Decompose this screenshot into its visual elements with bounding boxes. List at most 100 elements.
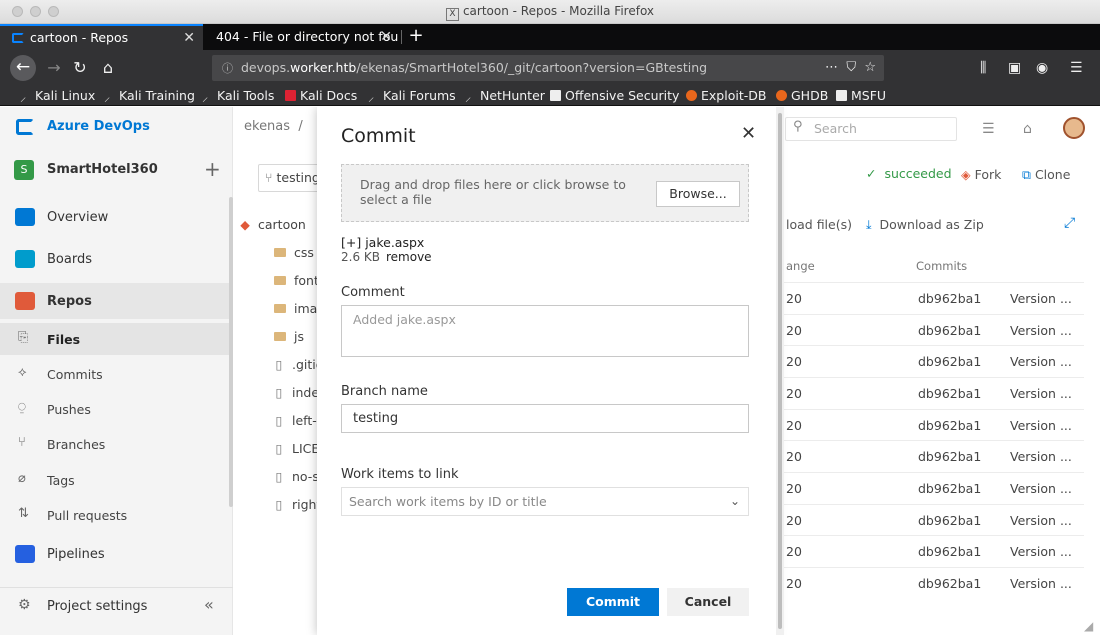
- sidebar-subitem-label: Tags: [47, 473, 75, 488]
- sidebar-scrollbar[interactable]: [229, 197, 233, 507]
- sidebar-item-overview[interactable]: Overview: [0, 199, 233, 235]
- list-icon[interactable]: ☰: [982, 121, 995, 137]
- column-header-change[interactable]: ange: [786, 259, 815, 273]
- bookmarks-toolbar: ⸝ Kali Linux ⸝ Kali Training ⸝ Kali Tools K…: [0, 86, 1100, 106]
- table-row[interactable]: 20 db962ba1 Version ...: [778, 567, 1084, 598]
- back-arrow-icon[interactable]: ←: [10, 55, 36, 81]
- sidebar-brand[interactable]: Azure DevOps: [0, 107, 233, 149]
- dialog-scrollbar[interactable]: [776, 107, 784, 635]
- home-icon[interactable]: ⌂: [96, 56, 120, 80]
- add-icon[interactable]: +: [204, 157, 221, 181]
- tab-strip: cartoon - Repos ✕ 404 - File or director…: [0, 24, 1100, 50]
- tab-close-icon[interactable]: ✕: [380, 24, 392, 50]
- msfu-icon: [836, 90, 847, 101]
- sidebar-subitem-label: Branches: [47, 437, 106, 452]
- project-name: SmartHotel360: [47, 162, 158, 177]
- table-row[interactable]: 20 db962ba1 Version ...: [778, 282, 1084, 313]
- url-bar[interactable]: ⓘ devops.worker.htb/ekenas/SmartHotel360/…: [212, 55, 884, 81]
- table-row[interactable]: 20 db962ba1 Version ...: [778, 440, 1084, 471]
- table-row[interactable]: 20 db962ba1 Version ...: [778, 409, 1084, 440]
- avatar[interactable]: [1063, 117, 1085, 139]
- repos-icon: [15, 292, 35, 310]
- cancel-button[interactable]: Cancel: [667, 588, 749, 616]
- pull-request-icon: ⇅: [18, 506, 29, 521]
- forward-arrow-icon[interactable]: →: [42, 56, 66, 80]
- remove-file-link[interactable]: remove: [386, 250, 432, 264]
- breadcrumb-org[interactable]: ekenas: [244, 119, 290, 134]
- library-icon[interactable]: ⫼: [980, 56, 986, 80]
- folder-icon: [274, 304, 286, 313]
- search-input[interactable]: Search: [785, 117, 957, 141]
- bookmark-offensive-security[interactable]: Offensive Security: [550, 87, 679, 105]
- fork-button[interactable]: ◈ Fork: [961, 167, 1001, 182]
- expand-icon[interactable]: ⤢: [1064, 215, 1075, 231]
- project-avatar: S: [14, 160, 34, 180]
- sidebar-subitem-commits[interactable]: ⟡ Commits: [0, 358, 233, 390]
- browser-window: Xcartoon - Repos - Mozilla Firefox carto…: [0, 0, 1100, 635]
- commit-button[interactable]: Commit: [567, 588, 659, 616]
- bookmark-ghdb[interactable]: GHDB: [776, 87, 828, 105]
- resize-grip-icon[interactable]: ◢: [1084, 619, 1093, 633]
- window-title: Xcartoon - Repos - Mozilla Firefox: [0, 4, 1100, 21]
- account-icon[interactable]: ◉: [1036, 56, 1048, 80]
- table-row[interactable]: 20 db962ba1 Version ...: [778, 535, 1084, 566]
- sidebar-item-pipelines[interactable]: Pipelines: [0, 536, 233, 572]
- tab-close-icon[interactable]: ✕: [183, 26, 195, 50]
- sidebar-item-repos[interactable]: Repos: [0, 283, 233, 319]
- file-dropzone[interactable]: Drag and drop files here or click browse…: [341, 164, 749, 222]
- sidebar-toggle-icon[interactable]: ▣: [1008, 56, 1021, 80]
- bookmark-nethunter[interactable]: ⸝ NetHunter: [465, 87, 545, 105]
- bookmark-kali-docs[interactable]: Kali Docs: [285, 87, 357, 105]
- ghdb-icon: [776, 90, 787, 101]
- bookmark-kali-forums[interactable]: ⸝ Kali Forums: [368, 87, 456, 105]
- kali-dragon-icon: ⸝: [104, 89, 111, 104]
- page-actions-icon[interactable]: ⋯: [825, 60, 838, 75]
- sidebar-item-boards[interactable]: Boards: [0, 241, 233, 277]
- overview-icon: [15, 208, 35, 226]
- work-items-select[interactable]: Search work items by ID or title ⌄: [341, 487, 749, 516]
- menu-hamburger-icon[interactable]: ☰: [1070, 56, 1083, 80]
- table-row[interactable]: 20 db962ba1 Version ...: [778, 345, 1084, 376]
- sidebar-project[interactable]: S SmartHotel360 +: [0, 155, 233, 185]
- bookmark-kali-training[interactable]: ⸝ Kali Training: [104, 87, 195, 105]
- browse-button[interactable]: Browse...: [656, 181, 740, 207]
- sidebar-subitem-pull-requests[interactable]: ⇅ Pull requests: [0, 499, 233, 531]
- new-tab-icon[interactable]: +: [404, 24, 428, 50]
- sidebar-subitem-tags[interactable]: ⌀ Tags: [0, 464, 233, 496]
- table-row[interactable]: 20 db962ba1 Version ...: [778, 472, 1084, 503]
- bookmark-exploit-db[interactable]: Exploit-DB: [686, 87, 766, 105]
- branch-name-input[interactable]: testing: [341, 404, 749, 433]
- title-bar: Xcartoon - Repos - Mozilla Firefox: [0, 0, 1100, 24]
- bookmark-star-icon[interactable]: ☆: [864, 60, 876, 75]
- pocket-icon[interactable]: ⛉: [846, 60, 856, 75]
- column-header-commits[interactable]: Commits: [916, 259, 967, 273]
- bookmark-kali-linux[interactable]: ⸝ Kali Linux: [20, 87, 95, 105]
- table-row[interactable]: 20 db962ba1 Version ...: [778, 504, 1084, 535]
- close-icon[interactable]: ✕: [741, 123, 756, 144]
- bookmark-kali-tools[interactable]: ⸝ Kali Tools: [202, 87, 274, 105]
- tab-404[interactable]: 404 - File or directory not fou ✕: [204, 24, 400, 50]
- download-zip-button[interactable]: ⤓ Download as Zip: [866, 217, 984, 233]
- clone-button[interactable]: ⧉ Clone: [1022, 167, 1070, 183]
- reload-icon[interactable]: ↻: [68, 56, 92, 80]
- chevron-down-icon: ⌄: [729, 494, 740, 508]
- shopping-bag-icon[interactable]: ⌂: [1023, 121, 1032, 137]
- upload-files-button[interactable]: load file(s): [786, 217, 852, 232]
- sidebar-subitem-pushes[interactable]: ⍜ Pushes: [0, 393, 233, 425]
- sidebar-item-project-settings[interactable]: ⚙ Project settings: [0, 587, 233, 623]
- table-row[interactable]: 20 db962ba1 Version ...: [778, 314, 1084, 345]
- sidebar-subitem-branches[interactable]: ⑂ Branches: [0, 428, 233, 460]
- status-badge[interactable]: ✓ succeeded: [866, 166, 952, 181]
- tab-cartoon-repos[interactable]: cartoon - Repos ✕: [0, 24, 203, 50]
- bookmark-msfu[interactable]: MSFU: [836, 87, 886, 105]
- gear-icon: ⚙: [18, 597, 31, 613]
- info-icon[interactable]: ⓘ: [222, 62, 233, 75]
- sidebar-subitem-files[interactable]: ⎘ Files: [0, 323, 233, 355]
- scrollbar-thumb[interactable]: [778, 113, 782, 629]
- check-icon: ✓: [866, 166, 877, 181]
- git-repo-icon: ◆: [240, 217, 250, 232]
- comment-textarea[interactable]: Added jake.aspx: [341, 305, 749, 357]
- collapse-chevrons-icon[interactable]: «: [204, 595, 214, 614]
- table-row[interactable]: 20 db962ba1 Version ...: [778, 377, 1084, 408]
- exploit-db-icon: [686, 90, 697, 101]
